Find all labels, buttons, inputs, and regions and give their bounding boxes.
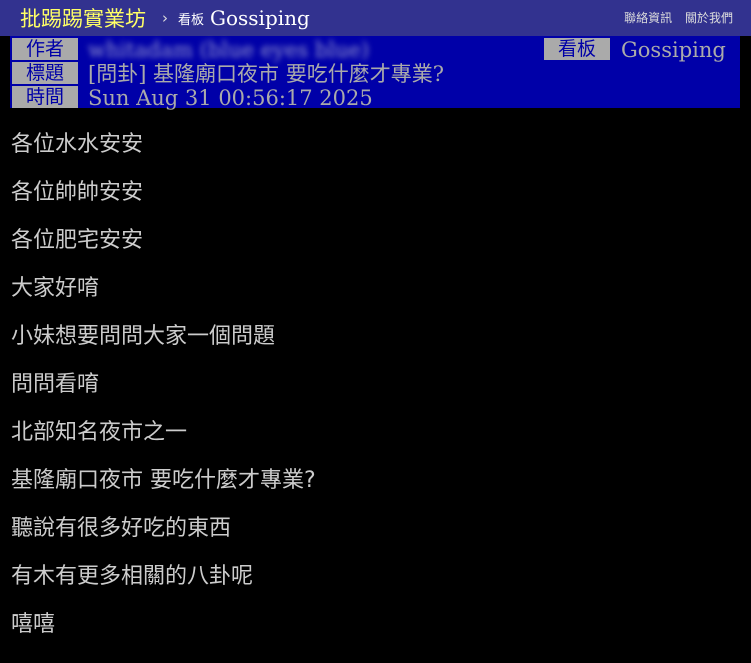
contact-info-link[interactable]: 聯絡資訊	[624, 11, 672, 25]
title-tag: 標題	[12, 62, 78, 84]
time-row: 時間 Sun Aug 31 00:56:17 2025	[10, 86, 740, 110]
top-navigation-bar: 批踢踢實業坊 › 看板 Gossiping 聯絡資訊 關於我們	[0, 0, 751, 36]
author-tag: 作者	[12, 38, 78, 60]
content-line: 各位水水安安	[11, 132, 144, 157]
article-metadata: 作者 whitadam (blue eyes blue) 看板 Gossipin…	[10, 36, 740, 110]
content-line: 問問看唷	[11, 372, 100, 397]
breadcrumb-board-link[interactable]: Gossiping	[210, 6, 310, 30]
content-line: 各位帥帥安安	[11, 180, 144, 205]
author-value: whitadam (blue eyes blue)	[88, 38, 370, 62]
content-line: 大家好唷	[11, 276, 100, 301]
title-row: 標題 [問卦] 基隆廟口夜市 要吃什麼才專業?	[10, 62, 740, 86]
site-title-link[interactable]: 批踢踢實業坊	[20, 3, 146, 33]
article-title: [問卦] 基隆廟口夜市 要吃什麼才專業?	[88, 62, 444, 86]
article-content: 各位水水安安 各位帥帥安安 各位肥宅安安 大家好唷 小妹想要問問大家一個問題 問…	[11, 130, 741, 658]
content-line: 有木有更多相關的八卦呢	[11, 564, 254, 589]
content-line: 嘻嘻	[11, 612, 56, 637]
content-line: 聽說有很多好吃的東西	[11, 516, 232, 541]
board-tag: 看板	[544, 38, 610, 60]
content-line: 小妹想要問問大家一個問題	[11, 324, 276, 349]
breadcrumb-chevron-icon: ›	[162, 9, 168, 27]
board-value: Gossiping	[621, 38, 726, 62]
article-time: Sun Aug 31 00:56:17 2025	[88, 86, 373, 110]
top-links: 聯絡資訊 關於我們	[615, 9, 733, 26]
content-line: 基隆廟口夜市 要吃什麼才專業?	[11, 468, 316, 493]
about-us-link[interactable]: 關於我們	[685, 11, 733, 25]
author-row: 作者 whitadam (blue eyes blue) 看板 Gossipin…	[10, 38, 740, 62]
time-tag: 時間	[12, 86, 78, 108]
content-line: 北部知名夜市之一	[11, 420, 188, 445]
breadcrumb-board-label: 看板	[178, 12, 205, 28]
content-line: 各位肥宅安安	[11, 228, 144, 253]
